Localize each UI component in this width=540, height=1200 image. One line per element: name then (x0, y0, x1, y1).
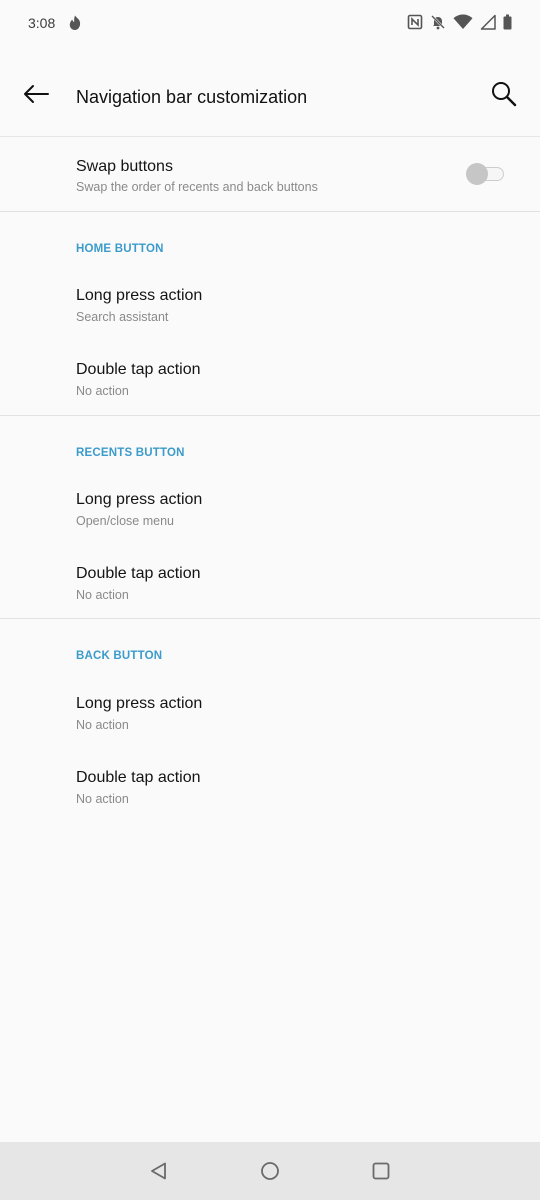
divider (0, 618, 540, 619)
wifi-icon (453, 14, 473, 30)
swap-buttons-title: Swap buttons (76, 158, 173, 175)
home-long-press-row[interactable]: Long press action Search assistant (0, 270, 540, 344)
home-double-tap-row[interactable]: Double tap action No action (0, 344, 540, 418)
back-triangle-icon (151, 1162, 166, 1180)
item-subtitle: No action (76, 792, 129, 806)
status-bar: 3:08 (0, 0, 540, 48)
item-title: Long press action (76, 287, 203, 304)
bell-off-icon (430, 14, 446, 30)
status-time: 3:08 (28, 15, 56, 31)
section-header-recents-button: RECENTS BUTTON (76, 447, 185, 459)
item-subtitle: No action (76, 588, 129, 602)
search-button[interactable] (486, 76, 522, 112)
arrow-left-icon (24, 85, 49, 103)
item-subtitle: No action (76, 718, 129, 732)
swap-buttons-toggle[interactable] (466, 163, 506, 185)
nav-recents-button[interactable] (366, 1156, 396, 1186)
home-circle-icon (261, 1162, 279, 1180)
app-bar: Navigation bar customization (0, 48, 540, 137)
recents-long-press-row[interactable]: Long press action Open/close menu (0, 474, 540, 548)
fire-icon (66, 14, 84, 32)
nav-back-button[interactable] (144, 1156, 174, 1186)
toggle-thumb (466, 163, 488, 185)
system-nav-bar (0, 1142, 540, 1200)
status-icons (407, 14, 512, 30)
item-title: Double tap action (76, 769, 201, 786)
back-button[interactable] (18, 76, 54, 112)
item-title: Double tap action (76, 565, 201, 582)
section-header-home-button: HOME BUTTON (76, 243, 164, 255)
item-subtitle: No action (76, 384, 129, 398)
swap-buttons-subtitle: Swap the order of recents and back butto… (76, 180, 318, 194)
back-double-tap-row[interactable]: Double tap action No action (0, 752, 540, 826)
nav-home-button[interactable] (255, 1156, 285, 1186)
item-title: Long press action (76, 491, 203, 508)
battery-icon (503, 14, 512, 30)
item-subtitle: Search assistant (76, 310, 169, 324)
item-title: Long press action (76, 695, 203, 712)
search-icon (492, 82, 517, 107)
recents-square-icon (372, 1162, 390, 1180)
page-title: Navigation bar customization (76, 87, 308, 107)
recents-double-tap-row[interactable]: Double tap action No action (0, 548, 540, 622)
item-title: Double tap action (76, 361, 201, 378)
item-subtitle: Open/close menu (76, 514, 174, 528)
section-header-back-button: BACK BUTTON (76, 650, 163, 662)
nfc-icon (407, 14, 423, 30)
divider (0, 211, 540, 212)
swap-buttons-row[interactable]: Swap buttons Swap the order of recents a… (0, 137, 540, 211)
divider (0, 415, 540, 416)
signal-icon (480, 14, 496, 30)
back-long-press-row[interactable]: Long press action No action (0, 678, 540, 752)
